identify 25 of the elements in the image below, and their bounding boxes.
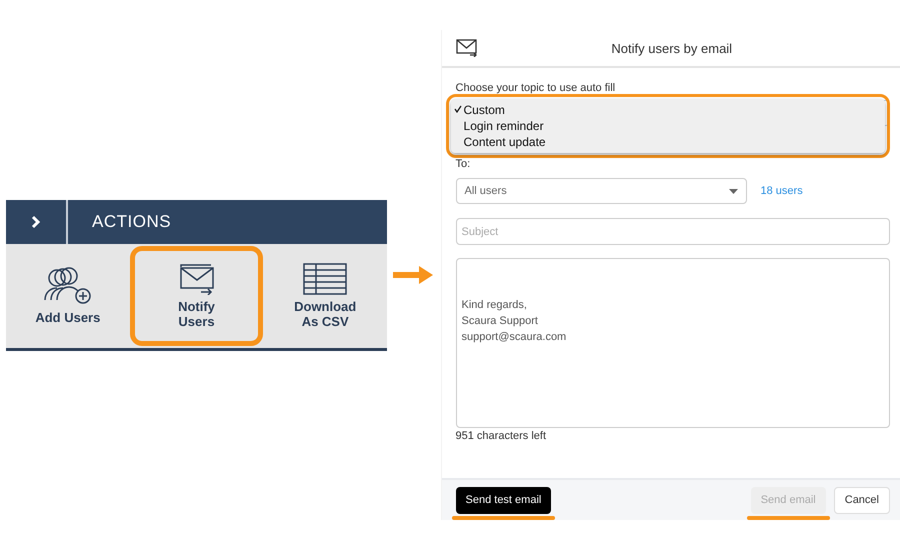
caret-down-icon xyxy=(728,188,738,194)
action-button[interactable]: Notify Users xyxy=(130,246,264,346)
recipients-select[interactable]: All users xyxy=(456,178,747,204)
envelope-icon xyxy=(178,262,214,294)
menu-option[interactable]: Login reminder xyxy=(450,118,885,134)
topic-label: Choose your topic to use auto fill xyxy=(456,82,616,94)
dialog-button[interactable]: Send test email xyxy=(456,486,552,514)
menu-option[interactable]: Content update xyxy=(450,134,885,150)
dialog-title: Notify users by email xyxy=(610,40,734,56)
panel-title: ACTIONS xyxy=(92,212,172,232)
to-label: To: xyxy=(456,158,472,170)
action-button[interactable]: Download As CSV xyxy=(263,244,388,348)
table-icon xyxy=(303,262,348,294)
message-field[interactable]: Kind regards, Scaura Support support@scaura.com xyxy=(456,258,890,428)
characters-left: 951 characters left xyxy=(456,430,548,442)
dialog-button[interactable]: Cancel xyxy=(834,486,890,514)
action-label: Notify Users xyxy=(177,298,216,328)
arrow-icon xyxy=(393,266,433,284)
chevron-right-icon xyxy=(31,214,41,228)
action-button[interactable]: Add Users xyxy=(6,244,130,348)
action-label: Add Users xyxy=(35,310,100,325)
action-label: Download As CSV xyxy=(293,298,358,328)
menu-option[interactable]: Custom xyxy=(450,102,885,118)
envelope-icon xyxy=(456,39,478,57)
subject-field[interactable]: Subject xyxy=(456,218,890,245)
